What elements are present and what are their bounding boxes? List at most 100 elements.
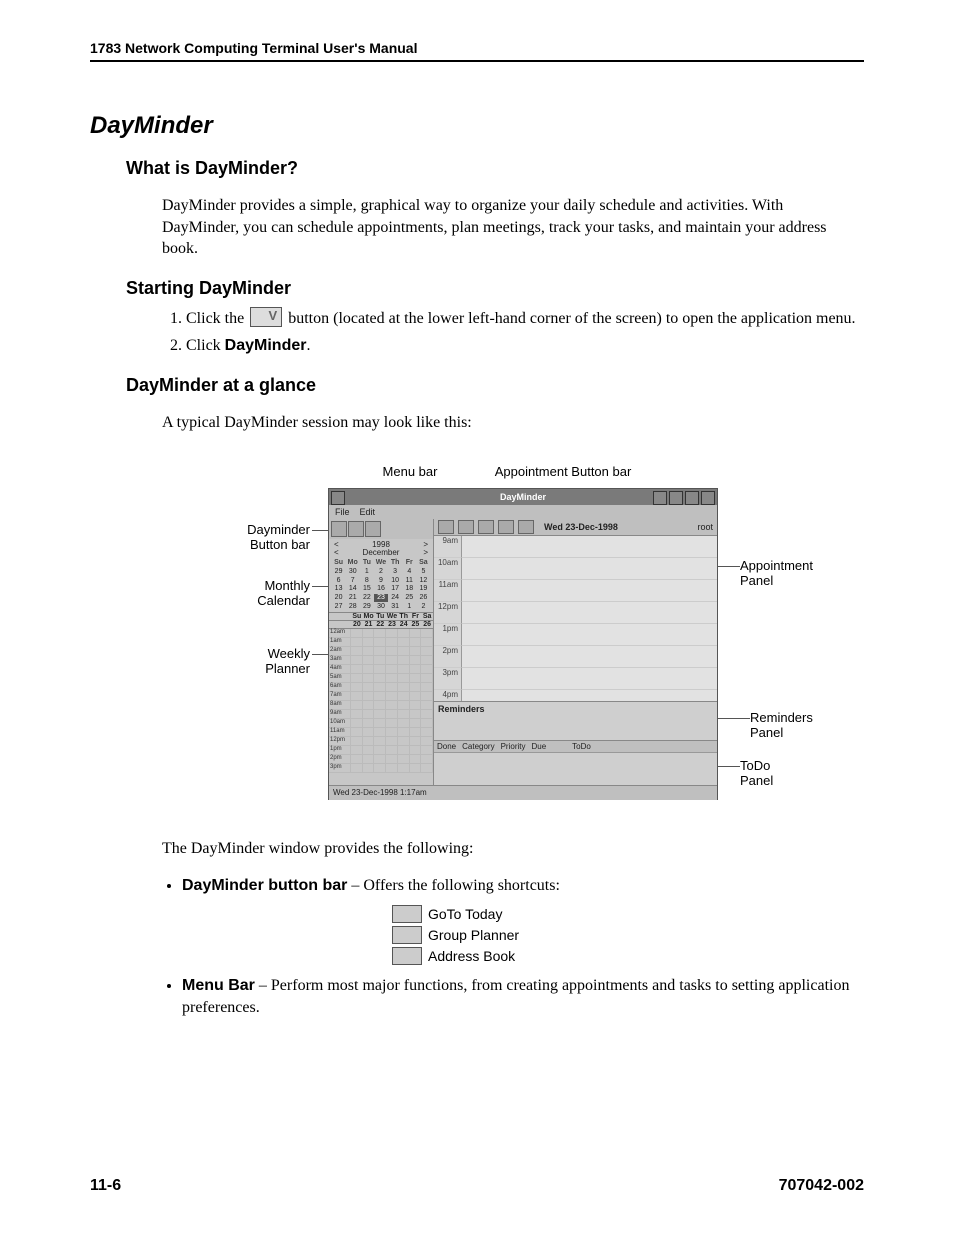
window-menu-icon[interactable] [331,491,345,505]
wp-cell[interactable] [421,737,433,746]
wp-cell[interactable] [398,719,410,728]
appt-new-icon[interactable] [438,520,454,534]
appt-slot[interactable] [462,602,717,624]
wp-cell[interactable] [363,728,375,737]
wp-cell[interactable] [421,647,433,656]
calendar-day[interactable]: 1 [403,603,416,611]
wp-cell[interactable] [374,692,386,701]
wp-cell[interactable] [374,674,386,683]
wp-cell[interactable] [386,701,398,710]
wp-cell[interactable] [351,755,363,764]
wp-cell[interactable] [386,629,398,638]
wp-cell[interactable] [363,629,375,638]
appt-slot[interactable] [462,580,717,602]
month-next-icon[interactable]: > [423,549,428,558]
wp-cell[interactable] [374,710,386,719]
calendar-day[interactable]: 26 [417,594,430,602]
wp-cell[interactable] [374,746,386,755]
wp-cell[interactable] [363,737,375,746]
wp-cell[interactable] [363,710,375,719]
wp-cell[interactable] [398,737,410,746]
appt-slot[interactable] [462,690,717,702]
wp-cell[interactable] [351,629,363,638]
calendar-day[interactable]: 12 [417,577,430,585]
calendar-day[interactable]: 6 [332,577,345,585]
wp-cell[interactable] [363,719,375,728]
wp-cell[interactable] [410,656,422,665]
wp-cell[interactable] [410,728,422,737]
help-icon[interactable] [653,491,667,505]
calendar-day[interactable]: 19 [417,585,430,593]
wp-cell[interactable] [410,638,422,647]
wp-cell[interactable] [410,755,422,764]
wp-cell[interactable] [410,665,422,674]
wp-cell[interactable] [351,665,363,674]
wp-cell[interactable] [386,710,398,719]
wp-cell[interactable] [410,746,422,755]
appointment-panel[interactable]: 9am10am11am12pm1pm2pm3pm4pm5pm [434,536,717,702]
appt-prev-icon[interactable] [498,520,514,534]
wp-cell[interactable] [386,764,398,773]
calendar-day[interactable]: 29 [360,603,373,611]
wp-cell[interactable] [374,665,386,674]
wp-cell[interactable] [374,701,386,710]
wp-cell[interactable] [374,656,386,665]
calendar-day[interactable]: 27 [332,603,345,611]
wp-cell[interactable] [386,719,398,728]
menu-edit[interactable]: Edit [360,507,376,517]
wp-cell[interactable] [421,719,433,728]
wp-cell[interactable] [421,755,433,764]
wp-cell[interactable] [374,755,386,764]
wp-cell[interactable] [421,728,433,737]
calendar-day[interactable]: 4 [403,568,416,576]
calendar-day[interactable]: 30 [346,568,359,576]
calendar-day[interactable]: 24 [389,594,402,602]
wp-cell[interactable] [386,638,398,647]
wp-cell[interactable] [374,764,386,773]
wp-cell[interactable] [410,710,422,719]
wp-cell[interactable] [421,692,433,701]
wp-cell[interactable] [398,764,410,773]
wp-cell[interactable] [410,629,422,638]
wp-cell[interactable] [398,755,410,764]
wp-cell[interactable] [351,737,363,746]
wp-cell[interactable] [410,647,422,656]
calendar-day[interactable]: 16 [374,585,387,593]
wp-cell[interactable] [421,710,433,719]
wp-cell[interactable] [374,719,386,728]
wp-cell[interactable] [410,683,422,692]
close-icon[interactable] [701,491,715,505]
wp-cell[interactable] [351,728,363,737]
wp-cell[interactable] [398,647,410,656]
calendar-day[interactable]: 28 [346,603,359,611]
wp-cell[interactable] [421,764,433,773]
wp-cell[interactable] [363,656,375,665]
calendar-day[interactable]: 8 [360,577,373,585]
calendar-day[interactable]: 14 [346,585,359,593]
wp-cell[interactable] [363,764,375,773]
wp-cell[interactable] [398,629,410,638]
calendar-day[interactable]: 5 [417,568,430,576]
todo-col-todo[interactable]: ToDo [572,742,591,751]
wp-cell[interactable] [374,683,386,692]
wp-cell[interactable] [398,692,410,701]
wp-cell[interactable] [351,638,363,647]
wp-cell[interactable] [386,665,398,674]
wp-cell[interactable] [363,692,375,701]
wp-cell[interactable] [351,656,363,665]
wp-cell[interactable] [386,692,398,701]
wp-cell[interactable] [374,728,386,737]
appt-edit-icon[interactable] [458,520,474,534]
wp-cell[interactable] [374,638,386,647]
wp-cell[interactable] [363,683,375,692]
wp-cell[interactable] [410,692,422,701]
calendar-day[interactable]: 18 [403,585,416,593]
appt-slot[interactable] [462,536,717,558]
appt-slot[interactable] [462,668,717,690]
group-planner-icon[interactable] [348,521,364,537]
calendar-day[interactable]: 21 [346,594,359,602]
reminders-panel[interactable]: Reminders [434,702,717,741]
calendar-day[interactable]: 30 [374,603,387,611]
calendar-day[interactable]: 10 [389,577,402,585]
wp-cell[interactable] [351,710,363,719]
